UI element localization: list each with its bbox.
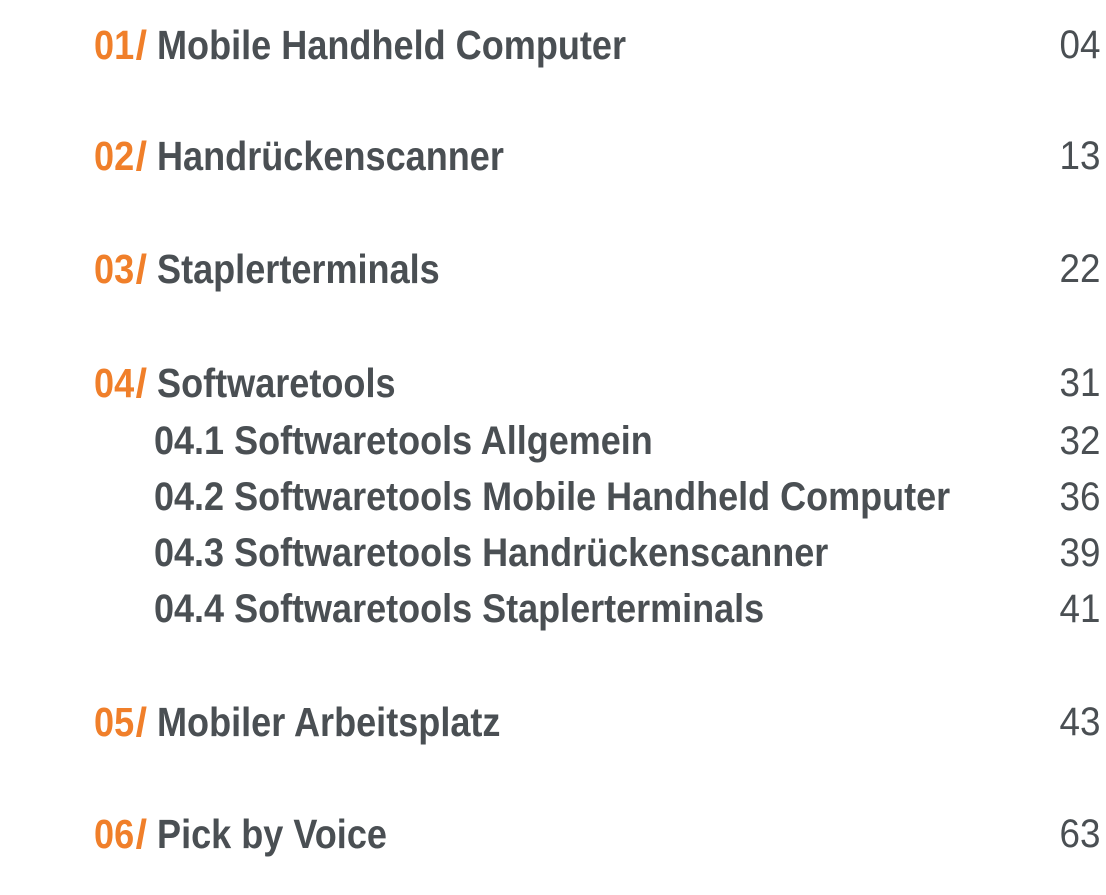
chapter-label: Mobiler Arbeitsplatz [157,698,501,745]
toc-entry-title: 05 / Mobiler Arbeitsplatz [94,699,547,746]
separator: / [135,359,148,406]
separator: / [135,21,148,68]
page-number: 63 [1059,811,1100,856]
toc-entry-title: 03 / Staplerterminals [94,246,478,293]
chapter-number: 04 [94,359,135,406]
section-label: 04.1 Softwaretools Allgemein [154,418,653,463]
page-number: 13 [1059,133,1100,178]
toc-subentry-04-3[interactable]: 04.3 Softwaretools Handrückenscanner 39 [0,523,1106,583]
separator: / [135,810,148,857]
page-number: 22 [1059,246,1100,291]
section-label: 04.2 Softwaretools Mobile Handheld Compu… [154,474,951,519]
table-of-contents: 01 / Mobile Handheld Computer 04 02 / Ha… [0,0,1106,895]
chapter-label: Softwaretools [157,359,396,406]
toc-entry-title: 04.3 Softwaretools Handrückenscanner [154,531,903,576]
toc-entry-title: 04.4 Softwaretools Staplerterminals [154,587,832,632]
toc-entry-title: 06 / Pick by Voice [94,811,418,858]
separator: / [135,245,148,292]
toc-entry-title: 01 / Mobile Handheld Computer [94,22,690,69]
chapter-label: Handrückenscanner [157,132,504,179]
chapter-number: 05 [94,698,135,745]
toc-subentry-04-1[interactable]: 04.1 Softwaretools Allgemein 32 [0,411,1106,471]
toc-entry-title: 04.2 Softwaretools Mobile Handheld Compu… [154,475,1039,520]
chapter-label: Staplerterminals [157,245,440,292]
chapter-number: 06 [94,810,135,857]
page-number: 36 [1059,474,1100,519]
separator: / [135,698,148,745]
toc-entry-04[interactable]: 04 / Softwaretools 31 [0,353,1106,413]
chapter-number: 01 [94,21,135,68]
toc-entry-02[interactable]: 02 / Handrückenscanner 13 [0,126,1106,186]
toc-entry-title: 02 / Handrückenscanner [94,133,551,180]
chapter-number: 02 [94,132,135,179]
page-number: 39 [1059,530,1100,575]
toc-subentry-04-4[interactable]: 04.4 Softwaretools Staplerterminals 41 [0,579,1106,639]
toc-entry-title: 04.1 Softwaretools Allgemein [154,419,708,464]
chapter-label: Pick by Voice [157,810,387,857]
page-number: 04 [1059,22,1100,67]
page-number: 41 [1059,586,1100,631]
toc-entry-03[interactable]: 03 / Staplerterminals 22 [0,239,1106,299]
toc-entry-06[interactable]: 06 / Pick by Voice 63 [0,804,1106,864]
chapter-label: Mobile Handheld Computer [157,21,627,68]
toc-entry-05[interactable]: 05 / Mobiler Arbeitsplatz 43 [0,692,1106,752]
toc-entry-title: 04 / Softwaretools [94,360,428,407]
section-label: 04.3 Softwaretools Handrückenscanner [154,530,829,575]
toc-subentry-04-2[interactable]: 04.2 Softwaretools Mobile Handheld Compu… [0,467,1106,527]
section-label: 04.4 Softwaretools Staplerterminals [154,586,765,631]
chapter-number: 03 [94,245,135,292]
page-number: 43 [1059,699,1100,744]
toc-entry-01[interactable]: 01 / Mobile Handheld Computer 04 [0,15,1106,75]
page-number: 31 [1059,360,1100,405]
page-number: 32 [1059,418,1100,463]
separator: / [135,132,148,179]
